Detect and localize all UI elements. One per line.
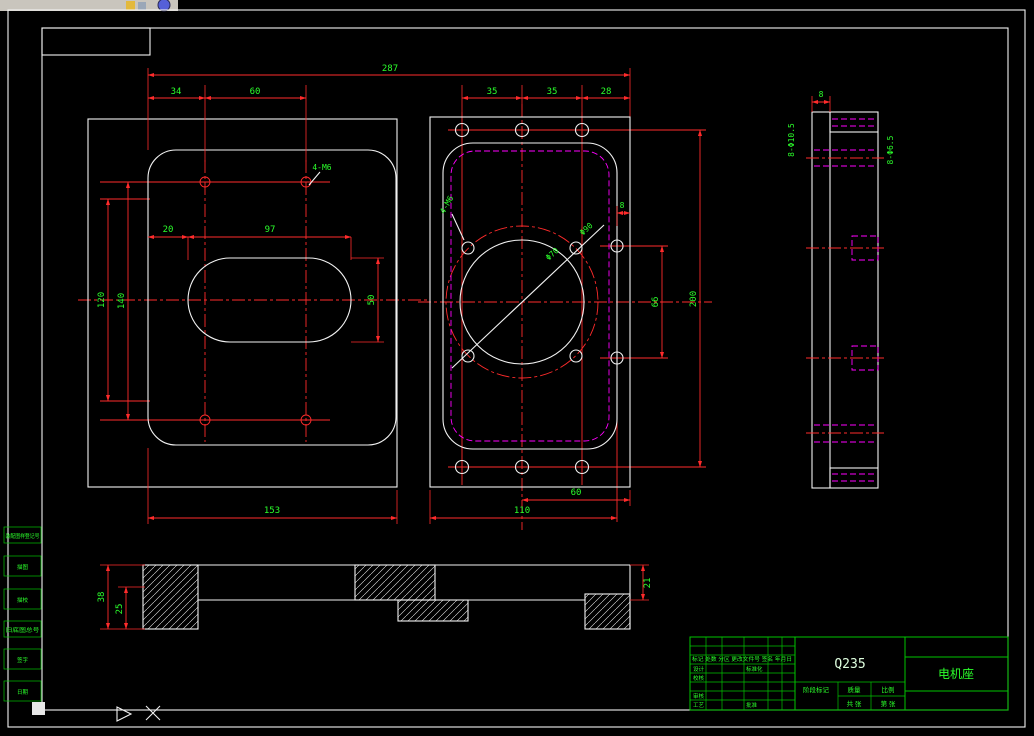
bolt-hole — [569, 349, 583, 363]
dim-66: 66 — [651, 297, 661, 308]
stage-mark-label: 阶段标记 — [803, 685, 830, 694]
hatched-wall — [354, 564, 436, 601]
dim-38: 38 — [97, 592, 107, 603]
margin-trace-check-label: 描校 — [17, 596, 29, 604]
margin-trace-label: 描图 — [17, 563, 29, 571]
side-plate — [811, 111, 831, 489]
face-boss-outline — [442, 142, 618, 450]
design-label: 设计 — [693, 665, 705, 673]
hatched-wall — [397, 599, 469, 622]
hole-callout-4m6: 4-M6 — [438, 194, 456, 215]
leader-line — [308, 171, 321, 186]
toolbar-icon-save[interactable] — [138, 2, 146, 10]
process-label: 工艺 — [693, 702, 705, 709]
face-hidden-edge — [450, 150, 610, 442]
margin-register-label: 装配图样登记号 — [6, 532, 40, 540]
dim-50: 50 — [367, 295, 377, 306]
hole-callout-counterbore: 8-Φ10.5 — [787, 123, 796, 157]
hole-callout-through: 8-Φ6.5 — [886, 135, 895, 164]
dia-70: Φ70 — [544, 246, 561, 263]
margin-old-drawing-no-label: 旧底图总号 — [6, 626, 41, 634]
dia-90: Φ90 — [578, 221, 595, 238]
dim-25: 25 — [115, 604, 125, 615]
title-block: Q235 电机座 标记 处数 分区 更改文件号 签名 年月日 设计 标准化 校核… — [689, 636, 1009, 711]
toolbar-strip — [0, 0, 178, 11]
scale-label: 比例 — [882, 685, 895, 694]
toolbar-icon-open[interactable] — [126, 1, 135, 10]
sheet-no-label: 第 张 — [881, 699, 896, 708]
dim-34: 34 — [171, 87, 182, 97]
dim-120: 120 — [97, 292, 107, 308]
material-spec: Q235 — [834, 657, 865, 672]
front-view-outline — [87, 118, 398, 488]
face-view: 35 35 28 8 200 66 60 110 Φ70 Φ90 4-M6 — [418, 85, 712, 530]
drawing-sheet: 装配图样登记号 描图 描校 旧底图总号 签字 日期 287 34 60 20 9… — [0, 0, 1026, 728]
fold-triangle-mark — [116, 706, 133, 722]
dim-200: 200 — [689, 291, 699, 307]
review-label: 审核 — [693, 692, 705, 700]
dim-60: 60 — [250, 87, 261, 97]
side-view-centerlines — [806, 157, 884, 434]
standardization-label: 标准化 — [746, 665, 763, 673]
check-label: 校核 — [693, 674, 705, 682]
diameter-leader — [451, 224, 605, 369]
toolbar-icon-app[interactable] — [157, 0, 171, 12]
side-view: 8 8-Φ10.5 8-Φ6.5 — [787, 90, 895, 489]
side-view-dimensions: 8 8-Φ10.5 8-Φ6.5 — [787, 90, 895, 164]
dim-60: 60 — [571, 488, 582, 498]
cad-canvas[interactable]: 装配图样登记号 描图 描校 旧底图总号 签字 日期 287 34 60 20 9… — [0, 0, 1034, 736]
corner-box — [41, 27, 151, 56]
side-bottom-flange — [829, 467, 879, 489]
sheet-total-label: 共 张 — [847, 699, 862, 708]
dim-28: 28 — [601, 87, 612, 97]
hole-callout-4m6: 4-M6 — [312, 163, 331, 172]
front-view: 287 34 60 20 97 140 120 50 153 4-M6 — [78, 64, 631, 524]
dim-110: 110 — [514, 506, 530, 516]
front-view-dimensions: 287 34 60 20 97 140 120 50 153 4-M6 — [97, 64, 631, 524]
margin-date-label: 日期 — [17, 689, 29, 696]
dim-140: 140 — [117, 293, 127, 309]
part-name: 电机座 — [938, 666, 974, 681]
dim-8-thickness: 8 — [819, 90, 824, 99]
dim-21: 21 — [643, 578, 653, 589]
approve-label: 批准 — [746, 701, 758, 709]
dim-8: 8 — [620, 201, 625, 210]
dim-153: 153 — [264, 506, 280, 516]
hatched-wall — [584, 593, 631, 630]
weight-label: 质量 — [848, 685, 862, 694]
revision-header: 标记 处数 分区 更改文件号 签名 年月日 — [692, 655, 792, 663]
front-boss-outline — [147, 149, 397, 446]
section-view: 38 25 21 — [97, 564, 653, 630]
dim-35b: 35 — [547, 87, 558, 97]
dim-20: 20 — [163, 225, 174, 235]
dim-35a: 35 — [487, 87, 498, 97]
hatched-wall — [142, 564, 199, 630]
dim-287: 287 — [382, 64, 398, 74]
side-top-flange — [829, 111, 879, 133]
toolbar-fragment — [0, 0, 178, 12]
margin-fields: 装配图样登记号 描图 描校 旧底图总号 签字 日期 — [3, 526, 42, 702]
dim-97: 97 — [265, 225, 276, 235]
corner-square-mark — [32, 702, 45, 715]
sheet-marks — [32, 702, 161, 722]
margin-signature-label: 签字 — [17, 656, 29, 664]
side-view-hidden-lines — [814, 118, 879, 482]
